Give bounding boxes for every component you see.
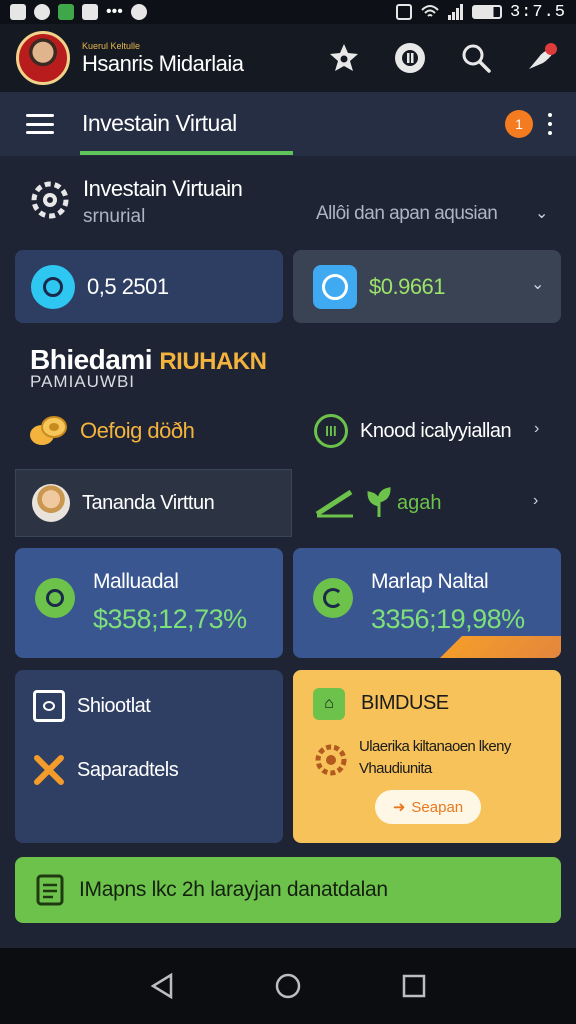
section-filter-label[interactable]: Allôi dan apan aqusian — [316, 203, 498, 225]
cog-icon — [315, 744, 347, 776]
user-caption: Kuerul Keltulle — [82, 40, 141, 51]
profile-row[interactable]: Tananda Virttun — [15, 469, 292, 537]
status-bar: ••• 3:7.5 — [0, 0, 576, 24]
reward-label: Oefoig döðh — [80, 418, 195, 443]
app-notification-icon — [34, 4, 50, 20]
user-name: Hsanris Midarlaia — [82, 50, 244, 76]
screenshot-item[interactable]: Shiootlat — [33, 690, 151, 722]
gear-icon — [30, 180, 70, 220]
coins-icon — [30, 416, 67, 445]
stat-value: $358;12,73% — [93, 604, 247, 634]
leaf-icon: ⌂ — [313, 688, 345, 720]
recents-icon[interactable] — [401, 973, 427, 999]
reward-row[interactable]: Oefoig döðh — [28, 408, 278, 454]
accent-stripe — [440, 636, 561, 658]
chevron-down-icon[interactable]: ⌄ — [535, 203, 548, 223]
timer-icon — [35, 578, 75, 618]
status-time: 3:7.5 — [509, 2, 566, 22]
promo-title-main: Bhiedami — [30, 344, 153, 375]
plant-icon — [367, 487, 391, 517]
info-banner[interactable]: IMapns lkc 2h larayjan danatdalan — [15, 857, 561, 923]
advisor-avatar — [32, 484, 70, 522]
back-icon[interactable] — [149, 972, 175, 1000]
promo-tile-desc-1: Ulaerika kiltanaoen lkeny — [359, 738, 511, 755]
system-nav-bar — [0, 948, 576, 1024]
user-avatar[interactable] — [16, 31, 70, 85]
clock-icon — [313, 264, 357, 309]
message-icon — [58, 4, 74, 20]
separate-label: Saparadtels — [77, 758, 179, 781]
tools-tile: Shiootlat Saparadtels — [15, 670, 283, 843]
knowledge-label: Knood icalyyiallan — [360, 419, 512, 442]
growth-row[interactable]: agah › — [292, 469, 561, 537]
chat-icon — [82, 4, 98, 20]
growth-label: agah — [397, 491, 442, 514]
balance-value: 0,5 2501 — [87, 273, 169, 299]
tools-icon — [34, 755, 64, 785]
search-button[interactable]: ➜ Seapan — [375, 790, 481, 824]
active-tab-indicator — [80, 151, 293, 155]
home-icon[interactable] — [274, 972, 302, 1000]
play-icon — [130, 4, 147, 20]
section-title: Investain Virtuain — [83, 176, 243, 201]
chevron-right-icon[interactable]: › — [533, 492, 538, 510]
alerts-icon[interactable] — [524, 40, 560, 76]
nfc-icon — [395, 4, 412, 20]
stat-title: Malluadal — [93, 570, 179, 593]
stat-value: 3356;19,98% — [371, 604, 525, 634]
more-options-icon[interactable] — [540, 110, 560, 138]
screen-icon — [33, 690, 65, 722]
promo-tile-title: BIMDUSE — [361, 692, 449, 714]
profile-label: Tananda Virttun — [82, 491, 215, 514]
favorites-icon[interactable] — [326, 40, 362, 76]
info-banner-text: IMapns lkc 2h larayjan danatdalan — [79, 878, 388, 901]
hamburger-menu-icon[interactable] — [26, 114, 54, 134]
promo-tile-desc-2: Vhaudiunita — [359, 760, 432, 777]
search-icon[interactable] — [458, 40, 494, 76]
separate-item[interactable]: Saparadtels — [33, 754, 179, 786]
wifi-icon — [421, 5, 439, 17]
stat-title: Marlap Naltal — [371, 570, 489, 593]
promo-title-accent: RIUHAKN — [159, 348, 267, 375]
balance-card[interactable]: 0,5 2501 — [15, 250, 283, 323]
refresh-icon — [313, 578, 353, 618]
document-icon — [36, 874, 64, 906]
user-info: Kuerul Keltulle Hsanris Midarlaia — [82, 40, 244, 76]
wallet-icon — [31, 264, 75, 309]
section-subtitle: srnurial — [83, 206, 146, 227]
knowledge-row[interactable]: lll Knood icalyyiallan › — [314, 408, 564, 454]
chart-badge-icon: lll — [314, 414, 348, 448]
promo-subtitle: PAMIAUWBI — [30, 372, 136, 391]
promo-tile: ⌂ BIMDUSE Ulaerika kiltanaoen lkeny Vhau… — [293, 670, 561, 843]
signal-icon — [447, 4, 463, 20]
screenshot-label: Shiootlat — [77, 694, 151, 717]
app-header: Kuerul Keltulle Hsanris Midarlaia — [0, 24, 576, 92]
chevron-down-icon[interactable]: ⌄ — [531, 274, 544, 294]
nav-bar: Investain Virtual — [0, 92, 576, 156]
arrow-icon: ➜ — [392, 799, 406, 816]
battery-icon — [471, 5, 502, 19]
tab-investain-virtual[interactable]: Investain Virtual — [82, 110, 237, 137]
trend-up-icon — [315, 489, 353, 518]
settings-badge-icon[interactable] — [392, 40, 428, 76]
search-button-label: Seapan — [411, 798, 464, 816]
gallery-icon — [10, 4, 26, 20]
stat-card-mutual[interactable]: Malluadal $358;12,73% — [15, 548, 283, 658]
balance-card-usd[interactable]: $0.9661 ⌄ — [293, 250, 561, 323]
notification-badge[interactable]: 1 — [505, 110, 533, 138]
stat-card-market[interactable]: Marlap Naltal 3356;19,98% — [293, 548, 561, 658]
chevron-right-icon[interactable]: › — [534, 420, 539, 438]
balance-value-usd: $0.9661 — [369, 273, 446, 299]
more-notifications-icon: ••• — [106, 3, 123, 20]
